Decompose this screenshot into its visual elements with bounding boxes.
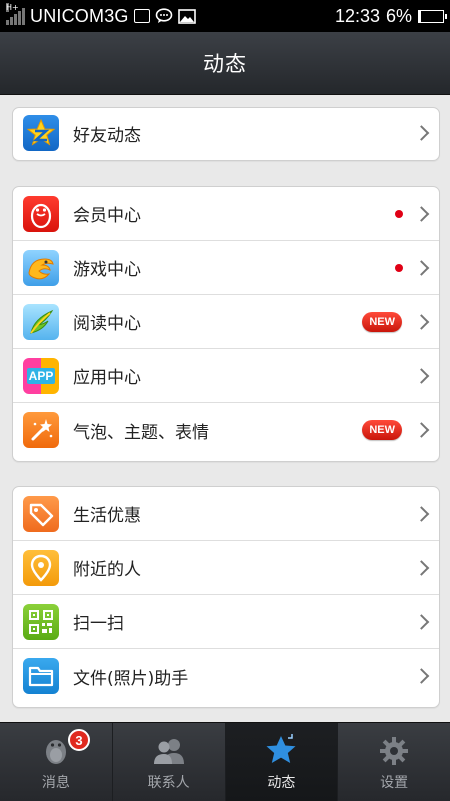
unread-badge: 3 [68,729,90,751]
menu-item-bubbles-themes-emoji[interactable]: 气泡、主题、表情 NEW [13,403,439,457]
menu-item-game-center[interactable]: 游戏中心 [13,241,439,295]
group-friends: 好友动态 [12,107,440,161]
coupon-tag-icon [23,495,59,532]
tab-label: 设置 [380,775,409,791]
menu-item-reading-center[interactable]: 阅读中心 NEW [13,295,439,349]
qr-scan-icon [23,603,59,640]
chevron-right-icon [413,422,430,438]
clock: 12:33 [334,5,380,26]
tab-feed[interactable]: 动态 [225,723,339,801]
menu-item-label: 气泡、主题、表情 [73,422,209,443]
menu-item-life-deals[interactable]: 生活优惠 [13,487,439,541]
folder-icon [23,658,59,694]
tab-label: 消息 [41,775,70,791]
chevron-right-icon [413,205,430,222]
chevron-right-icon [413,559,430,576]
chevron-right-icon [413,125,430,141]
signal-icon: H+ [6,3,25,25]
page-title: 动态 [203,52,247,76]
menu-item-label: 附近的人 [73,560,141,580]
status-bar: H+ UNICOM3G 12:33 6% [0,0,450,32]
menu-item-file-assistant[interactable]: 文件(照片)助手 [13,649,439,703]
app-center-icon: APP [23,357,59,394]
tab-label: 动态 [267,775,296,791]
gear-icon [380,737,409,765]
chevron-right-icon [413,313,430,330]
messages-penguin-icon [45,740,66,764]
menu-item-label: 阅读中心 [73,314,141,334]
chevron-right-icon [413,505,430,522]
menu-item-vip-center[interactable]: 会员中心 [13,187,439,241]
gallery-icon [177,8,196,24]
image-icon [133,9,150,23]
tab-messages[interactable]: 3 消息 [0,723,113,801]
magic-wand-icon [23,412,59,448]
tab-settings[interactable]: 设置 [338,723,450,801]
contacts-icon [153,739,184,764]
menu-item-friend-feed[interactable]: 好友动态 [13,108,439,158]
game-swirl-icon [23,249,59,286]
menu-item-label: 会员中心 [73,206,141,226]
red-dot-indicator [395,209,403,218]
new-badge: NEW [362,420,402,440]
menu-item-label: 应用中心 [73,368,141,388]
battery-percent: 6% [385,5,412,26]
vip-penguin-icon [23,195,59,232]
group-tools: 生活优惠 附近的人 扫一扫 文件(照片)助手 [12,486,440,708]
star-icon [266,734,296,763]
chevron-right-icon [413,668,430,684]
chevron-right-icon [413,367,430,384]
menu-item-nearby-people[interactable]: 附近的人 [13,541,439,595]
tab-contacts[interactable]: 联系人 [113,723,226,801]
menu-item-label: 扫一扫 [73,614,124,634]
chevron-right-icon [413,259,430,276]
tab-bar: 3 消息 联系人 动态 设置 [0,722,450,801]
menu-item-scan[interactable]: 扫一扫 [13,595,439,649]
menu-item-label: 生活优惠 [73,506,141,526]
battery-icon [418,9,447,23]
new-badge: NEW [362,311,402,332]
chat-icon [155,8,172,23]
location-pin-icon [23,549,59,586]
qzone-star-icon [23,115,59,151]
network-type: H+ [6,3,19,12]
app-icon-text: APP [26,367,56,384]
chevron-right-icon [413,613,430,630]
menu-item-label: 游戏中心 [73,260,141,280]
group-services: 会员中心 游戏中心 阅读中心 NEW APP 应用中心 气泡、主题、表情 NEW [12,186,440,462]
reading-feather-icon [23,303,59,340]
menu-item-label: 好友动态 [73,125,141,146]
header: 动态 [0,32,450,95]
red-dot-indicator [395,263,403,272]
menu-item-app-center[interactable]: APP 应用中心 [13,349,439,403]
carrier-name: UNICOM3G [30,5,129,26]
menu-item-label: 文件(照片)助手 [73,668,189,689]
tab-label: 联系人 [147,775,190,791]
